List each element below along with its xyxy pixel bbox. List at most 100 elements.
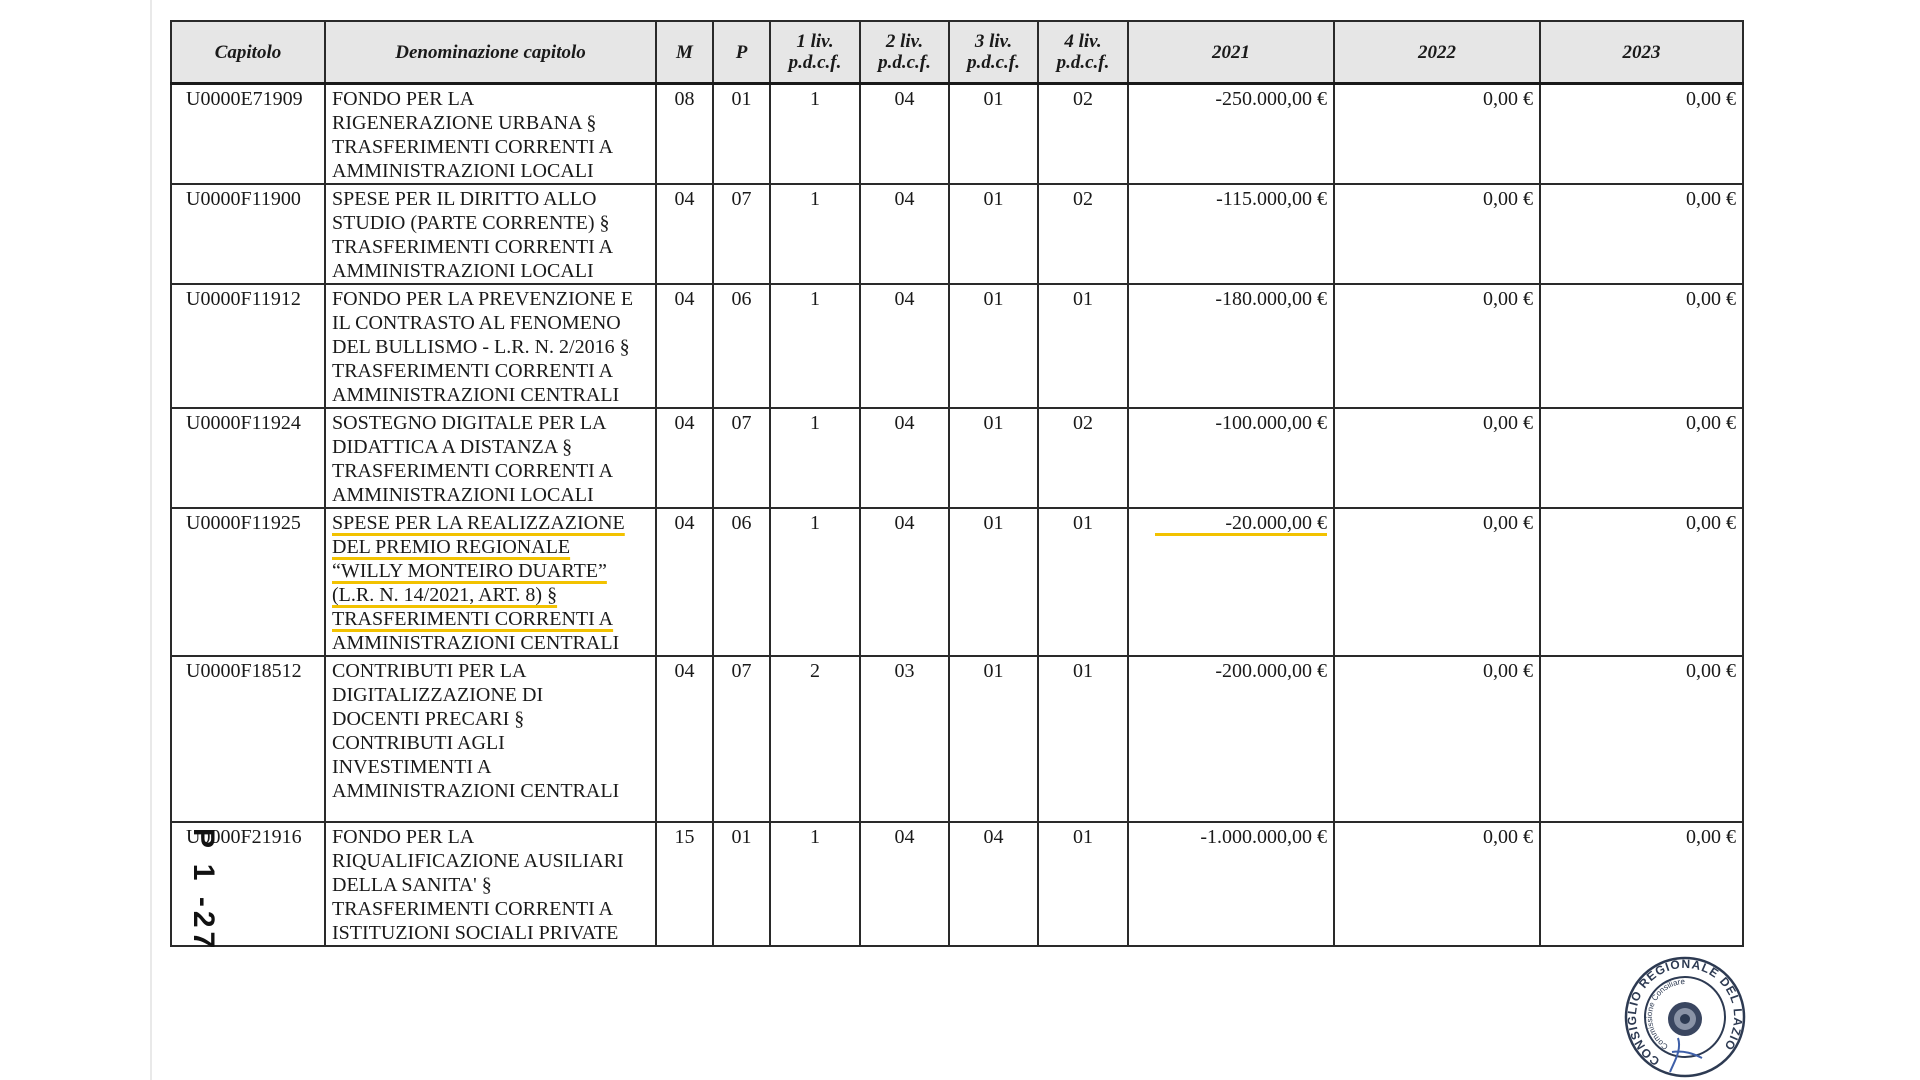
cell-p: 06 [712, 507, 771, 657]
regional-council-seal: CONSIGLIO REGIONALE DEL LAZIO Commission… [1622, 954, 1748, 1080]
cell-denominazione: CONTRIBUTI PER LA DIGITALIZZAZIONE DI DO… [324, 655, 657, 823]
cell-liv2: 04 [859, 82, 950, 185]
cell-liv2: 04 [859, 407, 950, 509]
cell-p: 06 [712, 283, 771, 409]
cell-liv1: 1 [769, 507, 861, 657]
desc-line: AMMINISTRAZIONI LOCALI [332, 260, 594, 282]
cell-m: 04 [655, 283, 714, 409]
cell-liv3: 01 [948, 82, 1039, 185]
cell-2023: 0,00 € [1539, 655, 1744, 823]
cell-denominazione: SPESE PER LA REALIZZAZIONE DEL PREMIO RE… [324, 507, 657, 657]
desc-line: AMMINISTRAZIONI LOCALI [332, 484, 594, 506]
cell-liv2: 04 [859, 821, 950, 947]
cell-2022: 0,00 € [1333, 283, 1541, 409]
desc-line: SPESE PER LA REALIZZAZIONE [332, 511, 649, 535]
desc-line: RIGENERAZIONE URBANA § [332, 112, 597, 134]
cell-denominazione: FONDO PER LA PREVENZIONE E IL CONTRASTO … [324, 283, 657, 409]
cell-liv3: 01 [948, 407, 1039, 509]
cell-liv3: 01 [948, 655, 1039, 823]
table-header: Capitolo Denominazione capitolo M P 1 li… [170, 20, 1744, 85]
desc-line: AMMINISTRAZIONI CENTRALI [332, 384, 620, 406]
highlighted-text: TRASFERIMENTI CORRENTI A [332, 608, 614, 630]
cell-liv4: 01 [1037, 821, 1129, 947]
table-row: U0000F11900 SPESE PER IL DIRITTO ALLO ST… [170, 183, 1744, 285]
header-liv1: 1 liv. p.d.c.f. [769, 20, 861, 85]
highlighted-text: “WILLY MONTEIRO DUARTE” [332, 560, 607, 582]
cell-2022: 0,00 € [1333, 821, 1541, 947]
desc-line: TRASFERIMENTI CORRENTI A [332, 898, 614, 920]
desc-line: TRASFERIMENTI CORRENTI A [332, 360, 614, 382]
cell-p: 07 [712, 655, 771, 823]
highlighted-text: DEL PREMIO REGIONALE [332, 536, 571, 558]
cell-capitolo: U0000F11924 [170, 407, 326, 509]
cell-liv1: 1 [769, 82, 861, 185]
cell-2021: -180.000,00 € [1127, 283, 1335, 409]
table-row: U0000F11924 SOSTEGNO DIGITALE PER LA DID… [170, 407, 1744, 509]
header-2022: 2022 [1333, 20, 1541, 85]
cell-liv2: 04 [859, 183, 950, 285]
header-m: M [655, 20, 714, 85]
cell-liv4: 01 [1037, 507, 1129, 657]
header-capitolo: Capitolo [170, 20, 326, 85]
cell-liv2: 04 [859, 507, 950, 657]
cell-liv4: 01 [1037, 655, 1129, 823]
header-2023: 2023 [1539, 20, 1744, 85]
cell-liv1: 1 [769, 283, 861, 409]
desc-line: IL CONTRASTO AL FENOMENO [332, 312, 621, 334]
header-2021: 2021 [1127, 20, 1335, 85]
desc-line: FONDO PER LA [332, 826, 475, 848]
desc-line: AMMINISTRAZIONI LOCALI [332, 160, 594, 182]
table-row: U0000F21916 FONDO PER LA RIQUALIFICAZION… [170, 821, 1744, 947]
cell-2023: 0,00 € [1539, 821, 1744, 947]
cell-capitolo: U0000F18512 [170, 655, 326, 823]
desc-line: TRASFERIMENTI CORRENTI A [332, 236, 614, 258]
header-liv3: 3 liv. p.d.c.f. [948, 20, 1039, 85]
desc-line: TRASFERIMENTI CORRENTI A [332, 136, 614, 158]
cell-2021: -1.000.000,00 € [1127, 821, 1335, 947]
cell-liv1: 1 [769, 183, 861, 285]
cell-liv4: 02 [1037, 82, 1129, 185]
desc-line: RIQUALIFICAZIONE AUSILIARI [332, 850, 624, 872]
cell-liv1: 1 [769, 407, 861, 509]
cell-2022: 0,00 € [1333, 82, 1541, 185]
desc-line: AMMINISTRAZIONI CENTRALI [332, 632, 620, 654]
header-liv2: 2 liv. p.d.c.f. [859, 20, 950, 85]
cell-2023: 0,00 € [1539, 283, 1744, 409]
cell-liv2: 04 [859, 283, 950, 409]
desc-line: STUDIO (PARTE CORRENTE) § [332, 212, 610, 234]
page-number-label: P 1 -27 [187, 828, 220, 953]
cell-denominazione: SPESE PER IL DIRITTO ALLO STUDIO (PARTE … [324, 183, 657, 285]
cell-liv3: 01 [948, 283, 1039, 409]
cell-2022: 0,00 € [1333, 507, 1541, 657]
desc-line: DEL PREMIO REGIONALE [332, 535, 649, 559]
desc-line: CONTRIBUTI AGLI [332, 732, 505, 754]
desc-line: DIGITALIZZAZIONE DI [332, 684, 544, 706]
cell-p: 01 [712, 821, 771, 947]
cell-2023: 0,00 € [1539, 82, 1744, 185]
cell-liv3: 01 [948, 507, 1039, 657]
cell-liv3: 04 [948, 821, 1039, 947]
desc-line: DIDATTICA A DISTANZA § [332, 436, 573, 458]
seal-emblem-icon [1668, 1002, 1702, 1036]
cell-denominazione: FONDO PER LA RIQUALIFICAZIONE AUSILIARI … [324, 821, 657, 947]
desc-line: SOSTEGNO DIGITALE PER LA [332, 412, 607, 434]
desc-line: AMMINISTRAZIONI CENTRALI [332, 780, 620, 802]
cell-liv1: 1 [769, 821, 861, 947]
cell-capitolo: U0000E71909 [170, 82, 326, 185]
cell-m: 04 [655, 407, 714, 509]
desc-line: FONDO PER LA PREVENZIONE E [332, 288, 634, 310]
header-liv4: 4 liv. p.d.c.f. [1037, 20, 1129, 85]
cell-liv4: 02 [1037, 183, 1129, 285]
cell-2023: 0,00 € [1539, 183, 1744, 285]
header-p: P [712, 20, 771, 85]
desc-line: ISTITUZIONI SOCIALI PRIVATE [332, 922, 619, 944]
header-denominazione: Denominazione capitolo [324, 20, 657, 85]
budget-table: Capitolo Denominazione capitolo M P 1 li… [170, 20, 1744, 947]
cell-2021: -20.000,00 € [1127, 507, 1335, 657]
desc-line: “WILLY MONTEIRO DUARTE” [332, 559, 649, 583]
cell-2021: -200.000,00 € [1127, 655, 1335, 823]
cell-m: 04 [655, 507, 714, 657]
cell-capitolo: U0000F11925 [170, 507, 326, 657]
cell-m: 04 [655, 183, 714, 285]
cell-2022: 0,00 € [1333, 655, 1541, 823]
